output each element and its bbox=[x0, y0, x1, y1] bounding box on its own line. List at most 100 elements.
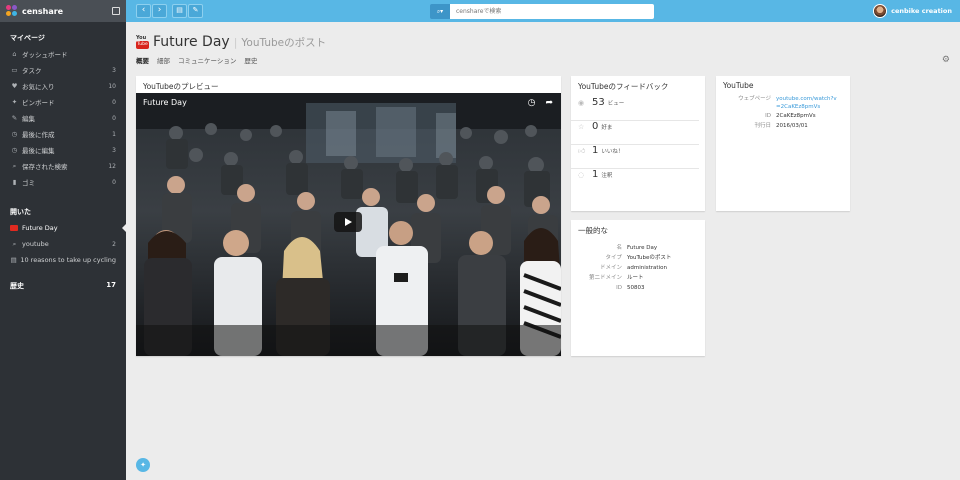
feedback-unit: いいね！ bbox=[601, 149, 624, 155]
sidebar-item-label: 編集 bbox=[22, 115, 35, 123]
tab-bar: 概要 細部 コミュニケーション 歴史 bbox=[136, 55, 257, 65]
preview-card: YouTubeのプレビュー Future Day ◷ ➦ bbox=[136, 76, 561, 356]
user-name: cenbike creation bbox=[891, 7, 952, 15]
field-value: 2016/03/01 bbox=[776, 123, 808, 129]
sidebar-item-youtube-search[interactable]: ⌕ youtube 2 bbox=[0, 236, 126, 252]
youtube-logo-icon: You Tube bbox=[136, 35, 149, 49]
sidebar-item-trash[interactable]: ▮ ゴミ 0 bbox=[0, 174, 126, 190]
edit-button[interactable]: ✎ bbox=[188, 4, 203, 18]
opened-section: 開いた Future Day ⌕ youtube 2 ▤ 10 reasons to … bbox=[0, 190, 126, 268]
field-value: 50803 bbox=[627, 285, 645, 291]
heart-icon: ♥ bbox=[11, 82, 18, 90]
sidebar-collapse-icon[interactable] bbox=[112, 7, 120, 15]
webpage-link[interactable]: youtube.com/watch?v=2CaKEz8pmVs bbox=[776, 94, 850, 111]
field-key: ID bbox=[616, 285, 622, 291]
video-actions: ◷ ➦ bbox=[528, 98, 553, 108]
feedback-value: 53 bbox=[592, 97, 605, 108]
my-page-title-label: マイページ bbox=[10, 34, 45, 42]
sidebar-item-dashboard[interactable]: ⌂ ダッシュボード bbox=[0, 46, 126, 62]
new-document-button[interactable]: ▤ bbox=[172, 4, 187, 18]
sidebar-item-cycling-article[interactable]: ▤ 10 reasons to take up cycling bbox=[0, 252, 126, 268]
general-card: 一般的な 名 Future Day タイプ YouTubeのポスト ドメイン admi… bbox=[571, 220, 705, 356]
censhare-logo-icon[interactable] bbox=[6, 5, 18, 17]
field-youtube-id: ID 2CaKEz8pmVs bbox=[716, 111, 850, 121]
feedback-unit: ビュー bbox=[607, 101, 625, 107]
sidebar-item-tasks[interactable]: ▭ タスク 3 bbox=[0, 62, 126, 78]
sidebar-item-saved-searches[interactable]: ⌕ 保存された検索 12 bbox=[0, 158, 126, 174]
tab-details[interactable]: 細部 bbox=[157, 55, 170, 65]
sidebar-item-label: youtube bbox=[22, 240, 49, 248]
tab-overview[interactable]: 概要 bbox=[136, 55, 149, 65]
sidebar-item-count: 3 bbox=[112, 66, 116, 74]
field-key: ID bbox=[765, 113, 771, 119]
tab-history[interactable]: 歴史 bbox=[244, 55, 257, 65]
field-value: Future Day bbox=[627, 245, 658, 251]
sidebar-item-count: 1 bbox=[112, 130, 116, 138]
sidebar-item-future-day[interactable]: Future Day bbox=[0, 220, 126, 236]
feedback-row-views: ◉ 53 ビュー bbox=[571, 97, 699, 121]
video-title: Future Day bbox=[143, 98, 187, 107]
star-icon: ☆ bbox=[578, 123, 585, 131]
sidebar-item-label: お気に入り bbox=[22, 83, 55, 91]
feedback-value: 0 bbox=[592, 121, 599, 132]
pencil-icon: ✎ bbox=[192, 6, 199, 14]
field-published: 刊行日 2016/03/01 bbox=[716, 121, 850, 131]
chevron-right-icon: › bbox=[157, 5, 162, 15]
opened-title[interactable]: 開いた bbox=[0, 204, 126, 220]
play-button[interactable] bbox=[334, 212, 362, 232]
pin-icon: ✦ bbox=[140, 461, 146, 469]
sidebar-item-favorites[interactable]: ♥ お気に入り 10 bbox=[0, 78, 126, 94]
sidebar-item-label: 保存された検索 bbox=[22, 163, 68, 171]
clock-icon: ◷ bbox=[11, 146, 18, 154]
share-icon[interactable]: ➦ bbox=[545, 98, 553, 108]
chevron-left-icon: ‹ bbox=[141, 5, 146, 15]
document-icon: ▤ bbox=[10, 256, 17, 264]
history-title-label: 歴史 bbox=[10, 282, 24, 290]
sidebar-item-count: 0 bbox=[112, 114, 116, 122]
feedback-row-comments: ◌ 1 注釈 bbox=[571, 169, 699, 193]
sidebar-item-edit[interactable]: ✎ 編集 0 bbox=[0, 110, 126, 126]
youtube-icon bbox=[10, 225, 18, 231]
user-menu[interactable]: cenbike creation bbox=[873, 4, 952, 18]
search-icon: ⌕▾ bbox=[436, 7, 444, 15]
sidebar-item-last-edited[interactable]: ◷ 最後に編集 3 bbox=[0, 142, 126, 158]
sidebar-item-label: ゴミ bbox=[22, 179, 35, 187]
forward-button[interactable]: › bbox=[152, 4, 167, 18]
search-type-dropdown[interactable]: ⌕▾ bbox=[430, 4, 450, 19]
my-page-title[interactable]: マイページ bbox=[0, 30, 126, 46]
history-title[interactable]: 歴史 17 bbox=[0, 278, 126, 294]
field-key: 刊行日 bbox=[754, 123, 771, 129]
document-icon: ▤ bbox=[176, 6, 183, 14]
pin-button[interactable]: ✦ bbox=[136, 458, 150, 472]
feedback-value: 1 bbox=[592, 169, 599, 180]
title-separator: | bbox=[233, 36, 238, 49]
card-title: YouTubeのフィードバック bbox=[578, 82, 669, 91]
feedback-row-favorites: ☆ 0 好ま bbox=[571, 121, 699, 145]
avatar bbox=[873, 4, 888, 18]
comment-icon: ◌ bbox=[578, 171, 585, 179]
page-title: Future Day bbox=[153, 34, 230, 50]
sidebar-item-count: 10 bbox=[108, 82, 116, 90]
gear-icon[interactable]: ⚙ bbox=[942, 55, 950, 65]
sidebar-item-last-created[interactable]: ◷ 最後に作成 1 bbox=[0, 126, 126, 142]
sidebar-item-count: 12 bbox=[108, 162, 116, 170]
history-count: 17 bbox=[106, 281, 116, 289]
back-button[interactable]: ‹ bbox=[136, 4, 151, 18]
search-icon: ⌕ bbox=[12, 239, 17, 248]
brand-name[interactable]: censhare bbox=[22, 7, 112, 16]
search-icon: ⌕ bbox=[12, 161, 17, 170]
sidebar-item-pinboard[interactable]: ✦ ピンボード 0 bbox=[0, 94, 126, 110]
card-title: YouTube bbox=[723, 81, 754, 90]
sidebar-item-label: ピンボード bbox=[22, 99, 55, 107]
search-input[interactable] bbox=[450, 4, 654, 19]
inbox-icon: ▭ bbox=[11, 66, 18, 74]
sidebar-item-label: 最後に編集 bbox=[22, 147, 55, 155]
thumbs-up-icon: 👍︎ bbox=[578, 147, 586, 155]
watch-later-icon[interactable]: ◷ bbox=[528, 98, 536, 108]
card-title: 一般的な bbox=[578, 226, 608, 235]
clock-icon: ◷ bbox=[11, 130, 18, 138]
video-player[interactable]: Future Day ◷ ➦ bbox=[136, 93, 561, 356]
field-value: YouTubeのポスト bbox=[627, 255, 672, 261]
tab-communication[interactable]: コミュニケーション bbox=[178, 55, 236, 65]
sidebar-item-label: 10 reasons to take up cycling bbox=[20, 256, 116, 264]
